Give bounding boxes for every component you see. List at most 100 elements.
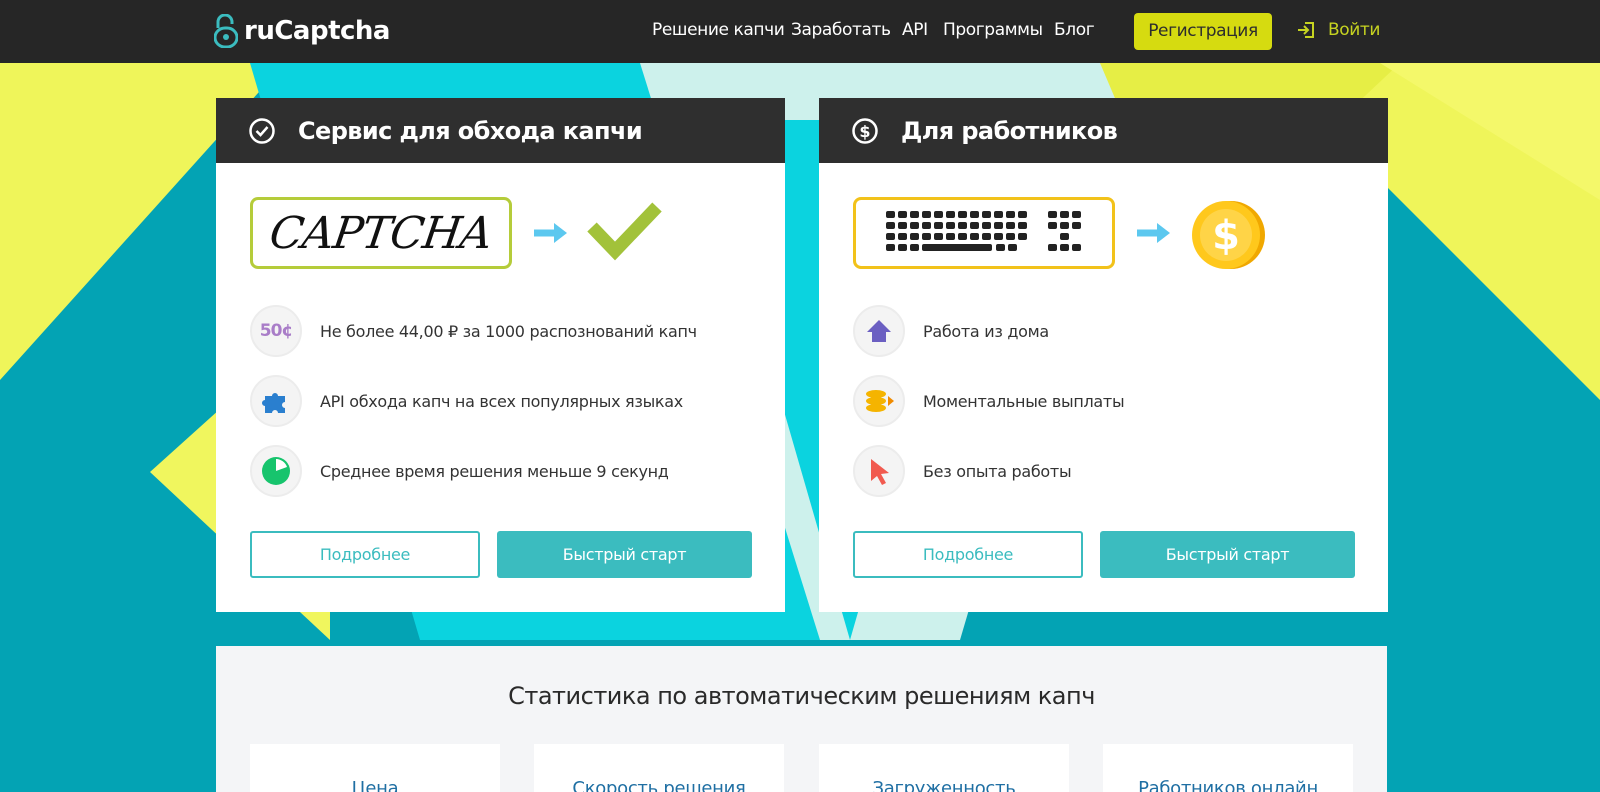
feature-price: 50¢ Не более 44,00 ₽ за 1000 распознован… — [250, 305, 770, 357]
check-circle-icon — [249, 117, 275, 144]
keyboard-key — [1060, 244, 1069, 251]
more-button[interactable]: Подробнее — [853, 531, 1083, 578]
feature-text: Без опыта работы — [923, 461, 1072, 481]
keyboard-key — [958, 222, 967, 229]
captcha-illustration: CAPTCHA — [250, 197, 670, 273]
keyboard-key — [910, 222, 919, 229]
feature-speed: Среднее время решения меньше 9 секунд — [250, 445, 770, 497]
puzzle-icon — [250, 375, 302, 427]
keyboard-key — [922, 244, 992, 251]
keyboard-key — [910, 211, 919, 218]
nav-captcha-solving[interactable]: Решение капчи — [652, 20, 785, 40]
stat-label: Цена — [351, 778, 399, 792]
feature-text: Работа из дома — [923, 321, 1049, 341]
stats-section: Статистика по автоматическим решениям ка… — [216, 646, 1387, 792]
keyboard-key — [1060, 233, 1069, 240]
keyboard-key — [1006, 222, 1015, 229]
quick-start-button[interactable]: Быстрый старт — [1100, 531, 1355, 578]
keyboard-key — [934, 233, 943, 240]
dollar-circle-icon: $ — [852, 117, 878, 144]
keyboard-key — [1048, 211, 1057, 218]
keyboard-key — [886, 233, 895, 240]
captcha-image-box: CAPTCHA — [250, 197, 512, 269]
arrow-right-icon — [1137, 223, 1170, 243]
lock-logo-icon — [214, 14, 238, 48]
keyboard-key — [1048, 222, 1057, 229]
stats-title: Статистика по автоматическим решениям ка… — [508, 682, 1095, 710]
register-button[interactable]: Регистрация — [1134, 13, 1272, 50]
stat-label: Загруженность — [872, 778, 1016, 792]
clock-pie-icon — [250, 445, 302, 497]
keyboard-key — [934, 222, 943, 229]
price-50c-icon: 50¢ — [250, 305, 302, 357]
login-link[interactable]: Войти — [1296, 20, 1380, 40]
feature-home: Работа из дома — [853, 305, 1373, 357]
card-title: Сервис для обхода капчи — [298, 116, 643, 145]
keyboard-key — [970, 233, 979, 240]
stat-workers-online[interactable]: Работников онлайн — [1103, 744, 1353, 792]
cursor-icon — [853, 445, 905, 497]
svg-text:$: $ — [1212, 213, 1240, 259]
stat-load[interactable]: Загруженность — [819, 744, 1069, 792]
keyboard-key — [970, 211, 979, 218]
keyboard-key — [898, 211, 907, 218]
workers-card: $ Для работников $ Работа из дома Момент… — [819, 98, 1388, 612]
keyboard-key — [922, 211, 931, 218]
nav-programs[interactable]: Программы — [943, 20, 1043, 40]
logo[interactable]: ruCaptcha — [214, 14, 390, 48]
checkmark-icon — [587, 202, 662, 261]
arrow-right-icon — [534, 223, 567, 243]
keyboard-key — [910, 244, 919, 251]
gold-coin-icon: $ — [1192, 201, 1265, 269]
keyboard-key — [946, 233, 955, 240]
stat-label: Скорость решения — [572, 778, 746, 792]
keyboard-key — [886, 211, 895, 218]
keyboard-key — [946, 211, 955, 218]
keyboard-key — [1072, 211, 1081, 218]
more-button[interactable]: Подробнее — [250, 531, 480, 578]
feature-api: API обхода капч на всех популярных языка… — [250, 375, 770, 427]
captcha-text: CAPTCHA — [266, 207, 496, 259]
quick-start-button[interactable]: Быстрый старт — [497, 531, 752, 578]
keyboard-key — [982, 222, 991, 229]
keyboard-key — [934, 211, 943, 218]
keyboard-key — [958, 211, 967, 218]
keyboard-key — [1072, 244, 1081, 251]
keyboard-key — [970, 222, 979, 229]
top-navbar: ruCaptcha Решение капчи Заработать API П… — [0, 0, 1600, 63]
keyboard-key — [1006, 233, 1015, 240]
keyboard-key — [1006, 211, 1015, 218]
house-icon — [853, 305, 905, 357]
keyboard-key — [898, 233, 907, 240]
keyboard-key — [1018, 233, 1027, 240]
stat-label: Работников онлайн — [1138, 778, 1318, 792]
card-header: $ Для работников — [819, 98, 1388, 163]
captcha-service-card: Сервис для обхода капчи CAPTCHA 50¢ Не б… — [216, 98, 785, 612]
stat-speed[interactable]: Скорость решения — [534, 744, 784, 792]
keyboard-key — [1008, 244, 1017, 251]
svg-text:$: $ — [859, 122, 870, 141]
feature-text: Среднее время решения меньше 9 секунд — [320, 461, 669, 481]
card-header: Сервис для обхода капчи — [216, 98, 785, 163]
nav-api[interactable]: API — [902, 20, 928, 40]
keyboard-key — [982, 233, 991, 240]
keyboard-key — [886, 244, 895, 251]
nav-earn[interactable]: Заработать — [791, 20, 891, 40]
keyboard-illustration: $ — [853, 197, 1273, 273]
keyboard-box — [853, 197, 1115, 269]
keyboard-key — [922, 222, 931, 229]
price-badge: 50¢ — [259, 321, 293, 341]
feature-text: Моментальные выплаты — [923, 391, 1125, 411]
stat-price[interactable]: Цена — [250, 744, 500, 792]
nav-blog[interactable]: Блог — [1054, 20, 1095, 40]
keyboard-key — [958, 233, 967, 240]
keyboard-icon — [886, 211, 1081, 251]
keyboard-key — [886, 222, 895, 229]
keyboard-key — [1018, 222, 1027, 229]
card-title: Для работников — [901, 116, 1118, 145]
feature-text: API обхода капч на всех популярных языка… — [320, 391, 683, 411]
login-icon — [1298, 22, 1314, 38]
keyboard-key — [1048, 244, 1057, 251]
logo-text: ruCaptcha — [244, 16, 390, 46]
keyboard-key — [994, 222, 1003, 229]
